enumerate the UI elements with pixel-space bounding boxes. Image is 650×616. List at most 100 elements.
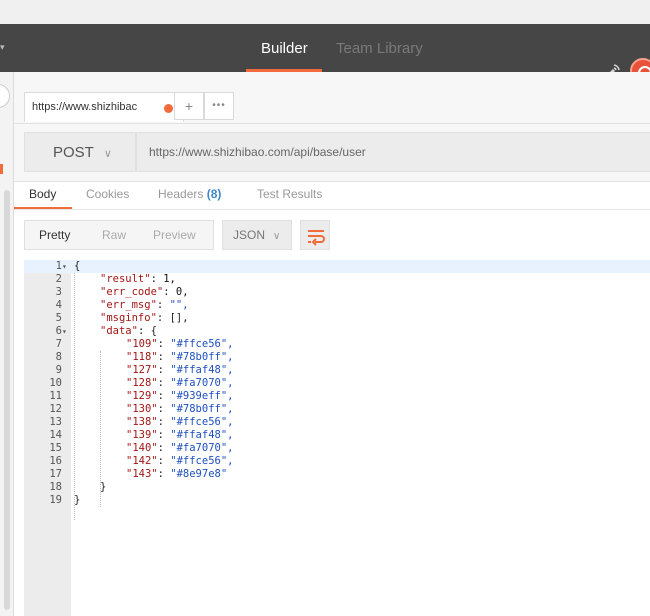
code-line: 13 "138": "#ffce56", [24, 416, 650, 429]
code-line: 17 "143": "#8e97e8" [24, 468, 650, 481]
tab-body[interactable]: Body [29, 187, 56, 201]
code-line: 12 "130": "#78b0ff", [24, 403, 650, 416]
tab-headers[interactable]: Headers (8) [158, 187, 221, 201]
line-number: 2 [55, 273, 62, 285]
format-preview-button[interactable]: Preview [153, 228, 196, 242]
tab-builder[interactable]: Builder [261, 40, 308, 57]
json-key: "130" [126, 403, 158, 415]
json-key: "118" [126, 351, 158, 363]
response-toolbar: Pretty Raw Preview JSON ∨ [14, 210, 650, 260]
line-number: 13 [49, 416, 62, 428]
sidebar-active-marker [0, 164, 3, 174]
code-text: "msginfo": [], [100, 312, 189, 324]
tab-cookies[interactable]: Cookies [86, 187, 129, 201]
json-value: "#78b0ff", [170, 351, 234, 363]
request-tab-label: https://www.shizhibac [32, 101, 138, 113]
code-line: 18} [24, 481, 650, 494]
json-value: "#ffaf48", [170, 364, 234, 376]
response-editor[interactable]: 1 ▾{2 "result": 1, 3 "err_code": 0, 4 "err_msg… [24, 260, 650, 616]
json-value: "#fa7070", [170, 377, 234, 389]
sidebar-circle-button[interactable] [0, 84, 10, 108]
json-key: "msginfo" [100, 312, 157, 324]
json-value: "", [169, 299, 189, 311]
code-line: 9 "127": "#ffaf48", [24, 364, 650, 377]
line-number: 16 [49, 455, 62, 467]
url-text: https://www.shizhibao.com/api/base/user [149, 145, 366, 159]
json-key: "err_code" [100, 286, 164, 298]
code-line: 3 "err_code": 0, [24, 286, 650, 299]
json-value: { [74, 260, 81, 272]
line-number: 12 [49, 403, 62, 415]
method-label: POST [53, 144, 94, 161]
more-tabs-button[interactable]: ••• [204, 92, 234, 120]
header-bar: ▾ Builder Team Library [0, 24, 650, 84]
code-text: "130": "#78b0ff", [126, 403, 234, 415]
request-tabs-bar: https://www.shizhibac + ••• [14, 72, 650, 124]
code-text: "129": "#939eff", [126, 390, 234, 402]
new-tab-button[interactable]: + [174, 92, 204, 120]
line-number: 10 [49, 377, 62, 389]
url-input[interactable]: https://www.shizhibao.com/api/base/user [136, 132, 650, 172]
code-text: "143": "#8e97e8" [126, 468, 228, 480]
json-key: "140" [126, 442, 158, 454]
dropdown-arrow-icon[interactable]: ▾ [0, 42, 5, 53]
line-number: 1 [55, 260, 62, 272]
wrap-lines-button[interactable] [300, 220, 330, 250]
sidebar-scrollbar[interactable] [4, 190, 10, 610]
chevron-down-icon: ∨ [103, 148, 112, 160]
json-key: "143" [126, 468, 158, 480]
indent-guide [100, 351, 101, 507]
json-value: "#ffce56", [170, 455, 234, 467]
json-value: "#78b0ff", [170, 403, 234, 415]
wrap-lines-icon [308, 230, 325, 246]
code-text: "err_msg": "", [100, 299, 189, 311]
json-value: "#ffaf48", [170, 429, 234, 441]
json-value: { [150, 325, 157, 337]
format-raw-button[interactable]: Raw [102, 228, 126, 242]
code-line: 8 "118": "#78b0ff", [24, 351, 650, 364]
fold-toggle-icon[interactable]: ▾ [62, 325, 67, 338]
request-subtabs: Body Cookies Headers (8) Test Results [14, 182, 650, 210]
code-text: "142": "#ffce56", [126, 455, 234, 467]
line-number: 19 [49, 494, 62, 506]
json-value: "#ffce56", [170, 338, 234, 350]
code-text: "109": "#ffce56", [126, 338, 234, 350]
json-key: "109" [126, 338, 158, 350]
format-pretty-button[interactable]: Pretty [39, 228, 70, 242]
code-text: "data": { [100, 325, 157, 337]
code-line: 2 "result": 1, [24, 273, 650, 286]
json-key: "139" [126, 429, 158, 441]
line-number: 14 [49, 429, 62, 441]
json-value: "#8e97e8" [170, 468, 228, 480]
code-line: 15 "140": "#fa7070", [24, 442, 650, 455]
response-type-select[interactable]: JSON ∨ [222, 220, 292, 250]
code-line: 10 "128": "#fa7070", [24, 377, 650, 390]
headers-count-badge: (8) [206, 187, 222, 201]
line-number: 18 [49, 481, 62, 493]
code-line: 14 "139": "#ffaf48", [24, 429, 650, 442]
code-text: "140": "#fa7070", [126, 442, 234, 454]
request-tab[interactable]: https://www.shizhibac [24, 92, 184, 122]
code-line: 1 ▾ { [24, 260, 650, 273]
line-number: 4 [55, 299, 62, 311]
code-line: 5 "msginfo": [], [24, 312, 650, 325]
code-text: "127": "#ffaf48", [126, 364, 234, 376]
line-number: 8 [55, 351, 62, 363]
code-line: 16 "142": "#ffce56", [24, 455, 650, 468]
line-number: 3 [55, 286, 62, 298]
line-number: 15 [49, 442, 62, 454]
json-value: "#939eff", [170, 390, 234, 402]
tab-test-results[interactable]: Test Results [257, 187, 322, 201]
code-text: "139": "#ffaf48", [126, 429, 234, 441]
line-number: 6 [55, 325, 62, 337]
tab-team-library[interactable]: Team Library [336, 40, 423, 57]
sidebar-collapsed [0, 72, 14, 616]
json-key: "err_msg" [100, 299, 157, 311]
format-toggle-group: Pretty Raw Preview [24, 220, 214, 250]
code-line: 11 "129": "#939eff", [24, 390, 650, 403]
fold-toggle-icon[interactable]: ▾ [62, 260, 67, 273]
code-line: 19} [24, 494, 650, 507]
json-value: 1, [163, 273, 176, 285]
json-value: [], [169, 312, 189, 324]
method-select[interactable]: POST ∨ [24, 132, 136, 172]
